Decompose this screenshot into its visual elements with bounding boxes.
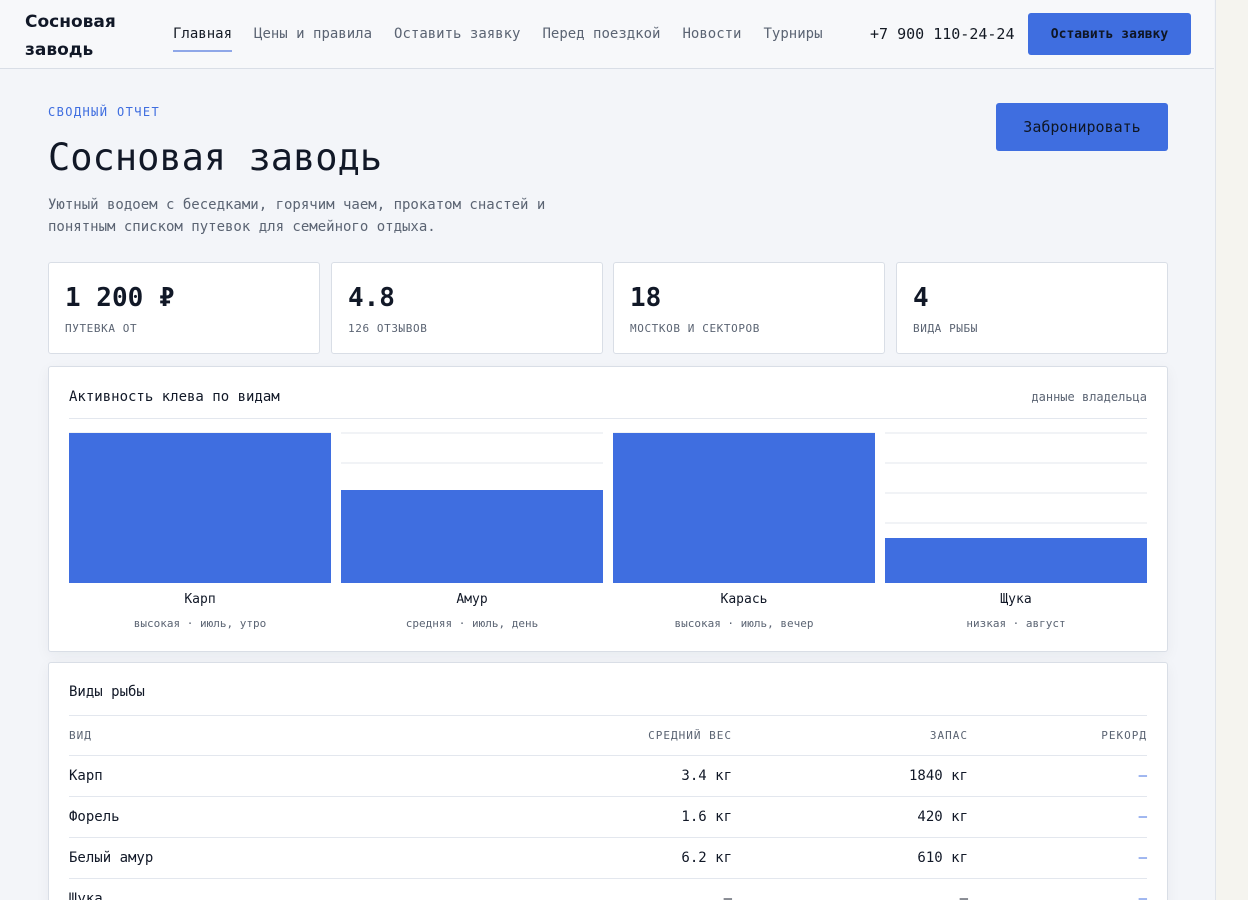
table-row[interactable]: Форель 1.6 кг 420 кг —: [69, 796, 1147, 838]
book-button[interactable]: Забронировать: [996, 103, 1168, 151]
bar-label: Щука: [1000, 592, 1032, 607]
bar-subtitle: высокая · июль, утро: [133, 617, 267, 630]
cell-species: Щука: [69, 878, 489, 900]
nav-item-tournaments[interactable]: Турниры: [764, 24, 823, 50]
chart-title: Активность клева по видам: [69, 389, 280, 405]
bar-3[interactable]: [613, 433, 875, 583]
bar-2[interactable]: [341, 490, 603, 583]
bar-subtitle: средняя · июль, день: [405, 617, 539, 630]
table-row[interactable]: Карп 3.4 кг 1840 кг —: [69, 755, 1147, 797]
cell-record: —: [968, 878, 1147, 900]
table-title: Виды рыбы: [69, 684, 145, 700]
bar-subtitle: низкая · август: [966, 617, 1066, 630]
column-header: Средний вес: [489, 715, 732, 756]
stat-value: 4.8: [348, 283, 395, 313]
stat-label: Путевка от: [65, 322, 138, 335]
cell-stock: 420 кг: [732, 796, 968, 838]
main-nav: Главная Цены и правила Оставить заявку П…: [173, 24, 845, 52]
header-request-button[interactable]: Оставить заявку: [1028, 13, 1191, 55]
cell-weight: —: [489, 878, 732, 900]
cell-stock: 610 кг: [732, 837, 968, 879]
cell-weight: 6.2 кг: [489, 837, 732, 879]
nav-item-news[interactable]: Новости: [682, 24, 741, 50]
site-header: Сосновая заводь Главная Цены и правила О…: [0, 0, 1214, 69]
nav-item-request[interactable]: Оставить заявку: [394, 24, 520, 50]
page-frame: Сосновая заводь Главная Цены и правила О…: [0, 0, 1216, 900]
column-header: Вид: [69, 715, 489, 756]
stat-label: Вида рыбы: [913, 322, 979, 335]
bar-4[interactable]: [885, 538, 1147, 583]
stat-value: 18: [630, 283, 662, 313]
cell-record: —: [968, 755, 1147, 797]
cell-weight: 1.6 кг: [489, 796, 732, 838]
chart-note: данные владельца: [1031, 390, 1147, 404]
nav-item-prices[interactable]: Цены и правила: [254, 24, 372, 50]
brand-logo[interactable]: Сосновая заводь: [25, 8, 145, 64]
table-row[interactable]: Щука — — —: [69, 878, 1147, 900]
stat-card-rating: 4.8 126 отзывов: [331, 262, 603, 354]
page-title: Сосновая заводь: [48, 136, 383, 179]
nav-item-home[interactable]: Главная: [173, 24, 233, 52]
column-header: Рекорд: [968, 715, 1147, 756]
species-table: Вид Средний вес Запас Рекорд Карп 3.4 кг…: [69, 715, 1147, 900]
hero-eyebrow: Сводный отчет: [48, 105, 161, 119]
page-description: Уютный водоем с беседками, горячим чаем,…: [48, 197, 546, 235]
divider: [69, 418, 1147, 419]
bar-label: Карп: [184, 592, 216, 607]
table-row[interactable]: Белый амур 6.2 кг 610 кг —: [69, 837, 1147, 879]
nav-item-before-trip[interactable]: Перед поездкой: [542, 24, 660, 50]
stat-label: Мостков и секторов: [630, 322, 761, 335]
stat-card-sectors: 18 Мостков и секторов: [613, 262, 885, 354]
cell-species: Форель: [69, 796, 489, 838]
bar-chart: [69, 432, 1147, 583]
cell-stock: —: [732, 878, 968, 900]
bar-label: Амур: [456, 592, 488, 607]
stat-value: 4: [913, 283, 929, 313]
column-header: Запас: [732, 715, 968, 756]
cell-record: —: [968, 837, 1147, 879]
table-header-row: Вид Средний вес Запас Рекорд: [69, 715, 1147, 756]
chart-card: Активность клева по видам данные владель…: [48, 366, 1168, 652]
stat-value: 1 200 ₽: [65, 283, 175, 313]
cell-weight: 3.4 кг: [489, 755, 732, 797]
phone-link[interactable]: +7 900 110-24-24: [870, 24, 1015, 44]
cell-species: Белый амур: [69, 837, 489, 879]
cell-record: —: [968, 796, 1147, 838]
bar-subtitle: высокая · июль, вечер: [674, 617, 814, 630]
stat-card-species: 4 Вида рыбы: [896, 262, 1168, 354]
bar-1[interactable]: [69, 433, 331, 583]
stat-label: 126 отзывов: [348, 322, 428, 335]
species-table-card: Виды рыбы Вид Средний вес Запас Рекорд К…: [48, 662, 1168, 900]
stat-card-price: 1 200 ₽ Путевка от: [48, 262, 320, 354]
cell-stock: 1840 кг: [732, 755, 968, 797]
bar-label: Карась: [720, 592, 768, 607]
cell-species: Карп: [69, 755, 489, 797]
